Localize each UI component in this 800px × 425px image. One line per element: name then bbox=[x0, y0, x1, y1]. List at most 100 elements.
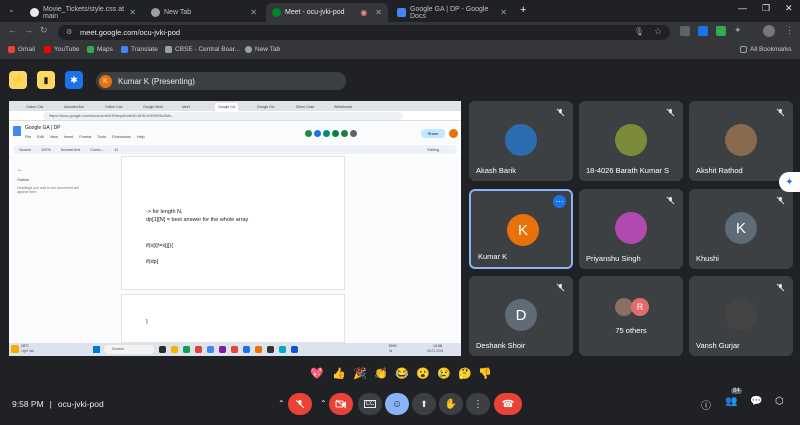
presenting-banner[interactable]: K Kumar K (Presenting) bbox=[96, 72, 346, 90]
participant-tile[interactable]: D Deshank Shoir bbox=[469, 276, 573, 356]
avatar: D bbox=[505, 299, 537, 331]
activities-icon[interactable]: ⚡ bbox=[9, 71, 27, 89]
tab-github[interactable]: Movie_Tickets/style.css at main ✕ bbox=[24, 3, 142, 22]
avatar bbox=[350, 130, 357, 137]
bookmark-gmail[interactable]: Gmail bbox=[8, 46, 35, 53]
raise-hand-button[interactable]: ✋ bbox=[439, 393, 463, 415]
bookmark-label: YouTube bbox=[54, 46, 80, 53]
app-icon bbox=[267, 346, 274, 353]
bookmark-label: All Bookmarks bbox=[750, 46, 792, 53]
bookmark-youtube[interactable]: YouTube bbox=[44, 46, 80, 53]
participant-tile[interactable]: Vansh Gurjar bbox=[689, 276, 793, 356]
maximize-icon[interactable]: ❐ bbox=[762, 3, 770, 14]
reaction-laugh[interactable]: 😂 bbox=[395, 367, 409, 380]
site-info-icon[interactable]: ⚙ bbox=[66, 28, 72, 36]
participant-tile[interactable]: K Khushi bbox=[689, 189, 793, 269]
zoom-select: 100% bbox=[41, 147, 51, 152]
tab-label: Meet - ocu-jvki-pod bbox=[285, 9, 345, 16]
address-bar-row: ← → ↻ ⚙ meet.google.com/ocu-jvki-pod 🎙 ☆… bbox=[0, 22, 800, 42]
participant-tile-active[interactable]: ⋯ K Kumar K bbox=[469, 189, 573, 269]
extension-icon[interactable] bbox=[698, 26, 708, 36]
browser-tab-bar: Movie_Tickets/style.css at main ✕ New Ta… bbox=[0, 0, 800, 22]
lang-indicator: ENG bbox=[389, 344, 397, 348]
maps-icon bbox=[87, 46, 94, 53]
reload-icon[interactable]: ↻ bbox=[40, 25, 48, 36]
captions-button[interactable]: CC bbox=[358, 393, 382, 415]
meeting-code: ocu-jvki-pod bbox=[57, 399, 104, 409]
close-icon[interactable]: ✕ bbox=[375, 8, 382, 17]
reaction-thumbs-up[interactable]: 👍 bbox=[332, 367, 346, 380]
minimize-icon[interactable]: — bbox=[738, 3, 747, 13]
forward-icon[interactable]: → bbox=[24, 25, 33, 35]
back-icon[interactable]: ← bbox=[8, 25, 17, 35]
more-vert-icon: ⋮ bbox=[473, 398, 483, 410]
camera-toggle-button[interactable] bbox=[329, 393, 353, 415]
url-input[interactable]: ⚙ meet.google.com/ocu-jvki-pod 🎙 ☆ bbox=[58, 25, 670, 40]
layout-icon[interactable]: ▮ bbox=[37, 71, 55, 89]
gmail-icon bbox=[8, 46, 15, 53]
extension-icon[interactable] bbox=[680, 26, 690, 36]
doc-line: -> for length N, bbox=[146, 209, 183, 215]
tab-new-tab[interactable]: New Tab ✕ bbox=[145, 3, 263, 22]
profile-avatar[interactable] bbox=[763, 25, 775, 37]
participant-tile[interactable]: Akash Barik bbox=[469, 101, 573, 181]
extensions-puzzle-icon[interactable]: ✦ bbox=[734, 25, 742, 36]
outline-heading: Outline bbox=[17, 178, 30, 182]
bookmark-maps[interactable]: Maps bbox=[87, 46, 113, 53]
more-options-icon[interactable]: ⋯ bbox=[553, 195, 566, 208]
reaction-heart[interactable]: 💖 bbox=[310, 367, 324, 380]
participant-tile[interactable]: 18-4026 Barath Kumar S bbox=[579, 101, 683, 181]
bookmark-cbse[interactable]: CBSE - Central Boar... bbox=[165, 46, 240, 53]
reaction-sad[interactable]: 😢 bbox=[437, 367, 451, 380]
new-tab-button[interactable]: + bbox=[520, 4, 526, 16]
tab-docs[interactable]: Google GA | DP - Google Docs ✕ bbox=[391, 3, 513, 22]
bookmark-star-icon[interactable]: ☆ bbox=[654, 26, 662, 37]
close-icon[interactable]: ✕ bbox=[500, 8, 507, 17]
participant-tile-others[interactable]: R 75 others bbox=[579, 276, 683, 356]
reaction-thumbs-down[interactable]: 👎 bbox=[478, 367, 492, 380]
mic-muted-icon bbox=[666, 196, 675, 205]
font-select: Comic... bbox=[90, 147, 105, 152]
video-options-chevron-icon[interactable]: ⌃ bbox=[320, 399, 327, 408]
mic-toggle-button[interactable] bbox=[288, 393, 312, 415]
apps-icon[interactable]: ✱ bbox=[65, 71, 83, 89]
reactions-button[interactable]: ☺ bbox=[385, 393, 409, 415]
shared-tab: Google GA bbox=[254, 103, 278, 111]
people-icon[interactable]: 👥 bbox=[725, 396, 737, 407]
activities-shapes-icon[interactable]: ⬡ bbox=[775, 396, 784, 407]
participant-tile[interactable]: Akshit Rathod bbox=[689, 101, 793, 181]
meeting-details-icon[interactable]: ⓘ bbox=[701, 397, 711, 412]
reaction-thinking[interactable]: 🤔 bbox=[458, 367, 472, 380]
reaction-party[interactable]: 🎉 bbox=[353, 367, 367, 380]
tab-search-icon[interactable]: ⌄ bbox=[8, 5, 15, 14]
close-icon[interactable]: ✕ bbox=[250, 8, 257, 17]
chat-icon[interactable]: 💬 bbox=[750, 396, 762, 407]
back-arrow-icon: ← bbox=[17, 167, 23, 173]
docs-share-button: Share bbox=[421, 129, 445, 138]
reaction-surprised[interactable]: 😮 bbox=[416, 367, 430, 380]
reaction-clap[interactable]: 👏 bbox=[374, 367, 388, 380]
bookmark-new-tab[interactable]: New Tab bbox=[245, 46, 280, 53]
windows-start-icon bbox=[93, 346, 100, 353]
tab-meet[interactable]: Meet - ocu-jvki-pod ◉ ✕ bbox=[266, 3, 388, 22]
audio-options-chevron-icon[interactable]: ⌃ bbox=[278, 399, 285, 408]
windows-taskbar: 28°C Light rain Search ENG IN 14:58 08-0… bbox=[9, 343, 461, 356]
all-bookmarks[interactable]: All Bookmarks bbox=[740, 46, 792, 53]
bookmark-translate[interactable]: Translate bbox=[121, 46, 158, 53]
extension-icon[interactable] bbox=[716, 26, 726, 36]
participant-tile[interactable]: Priyanshu Singh bbox=[579, 189, 683, 269]
side-panel-toggle-icon[interactable]: ✦ bbox=[779, 172, 800, 192]
bookmark-label: Gmail bbox=[18, 46, 35, 53]
weather-icon bbox=[11, 345, 19, 353]
close-icon[interactable]: ✕ bbox=[129, 8, 136, 17]
leave-call-button[interactable]: ☎ bbox=[494, 393, 522, 415]
close-window-icon[interactable]: ✕ bbox=[785, 3, 793, 14]
avatar bbox=[615, 212, 647, 244]
present-button[interactable]: ⬆ bbox=[412, 393, 436, 415]
camera-off-icon bbox=[335, 399, 347, 409]
menu-kebab-icon[interactable]: ⋮ bbox=[785, 25, 794, 36]
more-options-button[interactable]: ⋮ bbox=[466, 393, 490, 415]
app-icon bbox=[195, 346, 202, 353]
taskbar-clock: 14:58 bbox=[433, 344, 442, 348]
mic-icon[interactable]: 🎙 bbox=[634, 27, 644, 36]
